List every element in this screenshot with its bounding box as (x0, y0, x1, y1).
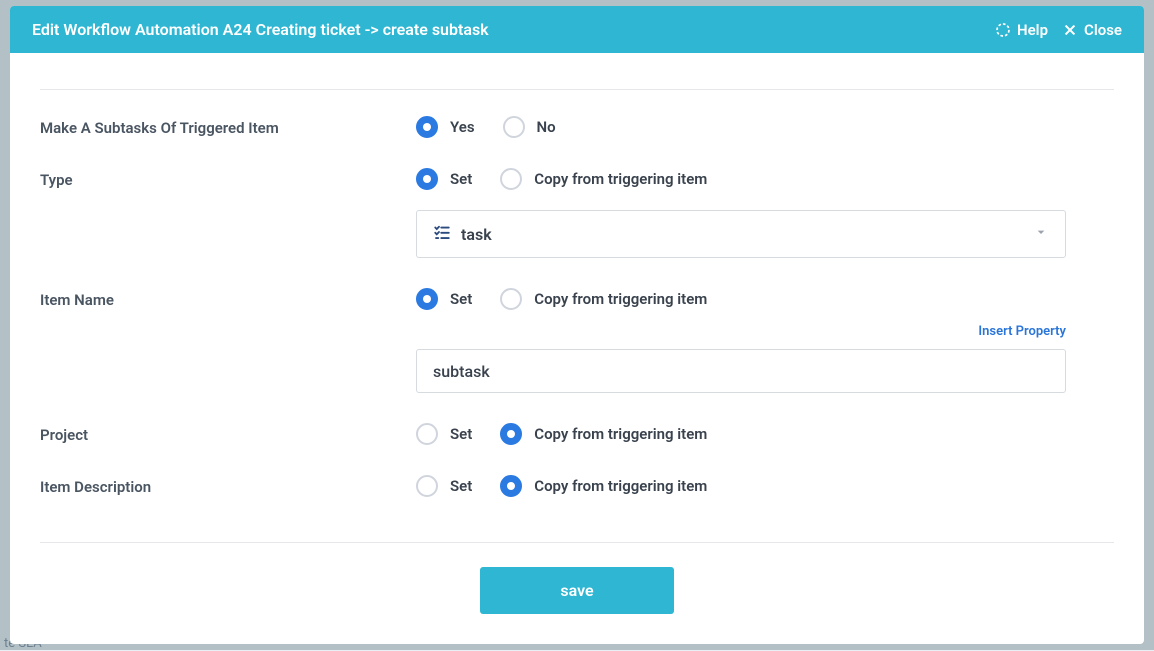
radio-indicator (503, 116, 525, 138)
controls-project: Set Copy from triggering item (416, 423, 1114, 445)
radio-yes[interactable]: Yes (416, 116, 475, 138)
controls-item-name: Set Copy from triggering item Insert Pro… (416, 288, 1114, 393)
radio-group-item-description: Set Copy from triggering item (416, 475, 1114, 497)
field-item-description: Item Description Set Copy from triggerin… (40, 475, 1114, 497)
radio-set-label: Set (450, 425, 472, 443)
insert-property-link[interactable]: Insert Property (978, 324, 1066, 339)
radio-copy-label: Copy from triggering item (534, 290, 707, 308)
close-label: Close (1084, 21, 1122, 39)
radio-indicator (416, 168, 438, 190)
controls-item-description: Set Copy from triggering item (416, 475, 1114, 497)
radio-type-set[interactable]: Set (416, 168, 472, 190)
radio-group-make-subtask: Yes No (416, 116, 1114, 138)
label-item-name: Item Name (40, 288, 416, 309)
modal-footer: save (40, 542, 1114, 644)
radio-indicator (500, 288, 522, 310)
radio-indicator (416, 116, 438, 138)
radio-description-copy[interactable]: Copy from triggering item (500, 475, 707, 497)
select-left: task (433, 223, 492, 245)
label-item-description: Item Description (40, 475, 416, 496)
field-make-subtask: Make A Subtasks Of Triggered Item Yes No (40, 116, 1114, 138)
radio-group-project: Set Copy from triggering item (416, 423, 1114, 445)
label-make-subtask: Make A Subtasks Of Triggered Item (40, 116, 416, 137)
header-actions: Help Close (995, 21, 1122, 39)
radio-description-set[interactable]: Set (416, 475, 472, 497)
radio-project-copy[interactable]: Copy from triggering item (500, 423, 707, 445)
radio-item-name-set[interactable]: Set (416, 288, 472, 310)
save-button[interactable]: save (480, 567, 673, 614)
modal-title: Edit Workflow Automation A24 Creating ti… (32, 20, 489, 39)
form-area: Make A Subtasks Of Triggered Item Yes No (40, 89, 1114, 497)
label-project: Project (40, 423, 416, 444)
chevron-down-icon (1033, 224, 1049, 244)
radio-copy-label: Copy from triggering item (534, 425, 707, 443)
radio-indicator (416, 475, 438, 497)
label-type: Type (40, 168, 416, 189)
radio-no[interactable]: No (503, 116, 556, 138)
task-icon (433, 223, 451, 245)
radio-group-item-name: Set Copy from triggering item (416, 288, 1114, 310)
radio-set-label: Set (450, 477, 472, 495)
item-name-input[interactable] (416, 349, 1066, 393)
radio-set-label: Set (450, 170, 472, 188)
close-icon (1062, 22, 1078, 38)
field-item-name: Item Name Set Copy from triggering item (40, 288, 1114, 393)
controls-make-subtask: Yes No (416, 116, 1114, 138)
field-project: Project Set Copy from triggering item (40, 423, 1114, 445)
radio-indicator (500, 423, 522, 445)
type-select[interactable]: task (416, 210, 1066, 258)
modal-header: Edit Workflow Automation A24 Creating ti… (10, 6, 1144, 53)
radio-project-set[interactable]: Set (416, 423, 472, 445)
radio-no-label: No (537, 118, 556, 136)
radio-indicator (500, 475, 522, 497)
radio-copy-label: Copy from triggering item (534, 170, 707, 188)
radio-copy-label: Copy from triggering item (534, 477, 707, 495)
help-icon (995, 22, 1011, 38)
radio-set-label: Set (450, 290, 472, 308)
field-type: Type Set Copy from triggering item (40, 168, 1114, 258)
radio-type-copy[interactable]: Copy from triggering item (500, 168, 707, 190)
type-select-value: task (461, 225, 492, 244)
insert-property-row: Insert Property (416, 324, 1066, 339)
modal-body: Make A Subtasks Of Triggered Item Yes No (10, 53, 1144, 542)
radio-group-type: Set Copy from triggering item (416, 168, 1114, 190)
controls-type: Set Copy from triggering item (416, 168, 1114, 258)
radio-indicator (416, 288, 438, 310)
help-label: Help (1017, 21, 1048, 39)
modal-dialog: Edit Workflow Automation A24 Creating ti… (10, 6, 1144, 644)
close-button[interactable]: Close (1062, 21, 1122, 39)
radio-indicator (416, 423, 438, 445)
radio-indicator (500, 168, 522, 190)
radio-yes-label: Yes (450, 118, 475, 136)
help-button[interactable]: Help (995, 21, 1048, 39)
radio-item-name-copy[interactable]: Copy from triggering item (500, 288, 707, 310)
